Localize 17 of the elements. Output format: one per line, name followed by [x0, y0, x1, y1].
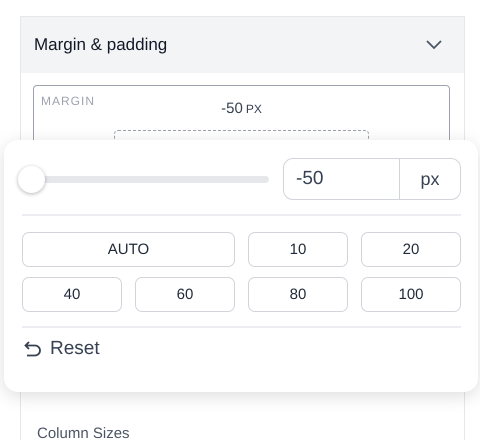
section-header[interactable]: Margin & padding — [21, 17, 464, 73]
preset-button[interactable]: 20 — [361, 232, 461, 267]
value-input-field[interactable]: -50 px — [283, 158, 461, 200]
slider-thumb[interactable] — [18, 166, 45, 192]
column-sizes-title[interactable]: Column Sizes — [33, 425, 450, 440]
preset-button[interactable]: AUTO — [22, 232, 235, 267]
preset-button[interactable]: 10 — [248, 232, 348, 267]
unit-selector[interactable]: px — [399, 159, 460, 199]
preset-button[interactable]: 80 — [248, 277, 348, 312]
preset-button[interactable]: 60 — [135, 277, 235, 312]
preset-button[interactable]: 40 — [22, 277, 122, 312]
margin-label: MARGIN — [41, 94, 95, 108]
section-title: Margin & padding — [34, 35, 168, 55]
margin-value[interactable]: -50 PX — [221, 100, 262, 118]
preset-button[interactable]: 100 — [361, 277, 461, 312]
undo-icon — [24, 341, 42, 357]
reset-button[interactable]: Reset — [22, 338, 102, 360]
